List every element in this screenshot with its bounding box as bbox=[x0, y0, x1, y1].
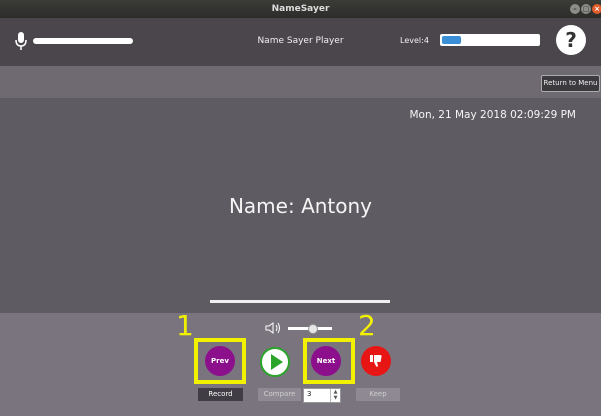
annotation-number-2: 2 bbox=[358, 309, 376, 342]
help-button[interactable]: ? bbox=[556, 25, 586, 55]
level-label: Level:4 bbox=[400, 36, 429, 45]
play-button[interactable] bbox=[260, 347, 290, 377]
playback-progress-line bbox=[210, 300, 390, 303]
title-bar: NameSayer – □ × bbox=[0, 0, 601, 18]
play-icon bbox=[271, 354, 283, 370]
thumbs-down-button[interactable] bbox=[361, 346, 391, 376]
spinner-arrows[interactable]: ▲ ▼ bbox=[330, 389, 340, 402]
compare-button[interactable]: Compare bbox=[258, 388, 301, 401]
minimize-button[interactable]: – bbox=[570, 4, 580, 14]
header-bar: Name Sayer Player Level:4 ? bbox=[0, 18, 601, 66]
repeat-count-spinner[interactable]: 3 ▲ ▼ bbox=[303, 388, 341, 403]
window-title: NameSayer bbox=[271, 4, 330, 14]
prev-button[interactable]: Prev bbox=[205, 346, 235, 376]
annotation-number-1: 1 bbox=[176, 309, 194, 342]
level-progress-fill bbox=[442, 36, 461, 44]
return-to-menu-button[interactable]: Return to Menu bbox=[541, 75, 600, 92]
repeat-count-value: 3 bbox=[307, 390, 312, 398]
thumbs-down-icon bbox=[369, 355, 383, 372]
volume-slider-handle[interactable] bbox=[308, 324, 318, 334]
datetime-label: Mon, 21 May 2018 02:09:29 PM bbox=[409, 109, 576, 121]
record-button[interactable]: Record bbox=[198, 388, 243, 401]
keep-button[interactable]: Keep bbox=[356, 388, 400, 401]
nav-band bbox=[0, 66, 601, 98]
speaker-icon bbox=[265, 322, 283, 337]
maximize-button[interactable]: □ bbox=[581, 4, 591, 14]
level-progress-bar bbox=[440, 34, 540, 46]
next-button[interactable]: Next bbox=[311, 346, 341, 376]
close-button[interactable]: × bbox=[592, 4, 601, 14]
current-name-label: Name: Antony bbox=[228, 194, 373, 218]
name-display-panel: Mon, 21 May 2018 02:09:29 PM Name: Anton… bbox=[0, 98, 601, 313]
